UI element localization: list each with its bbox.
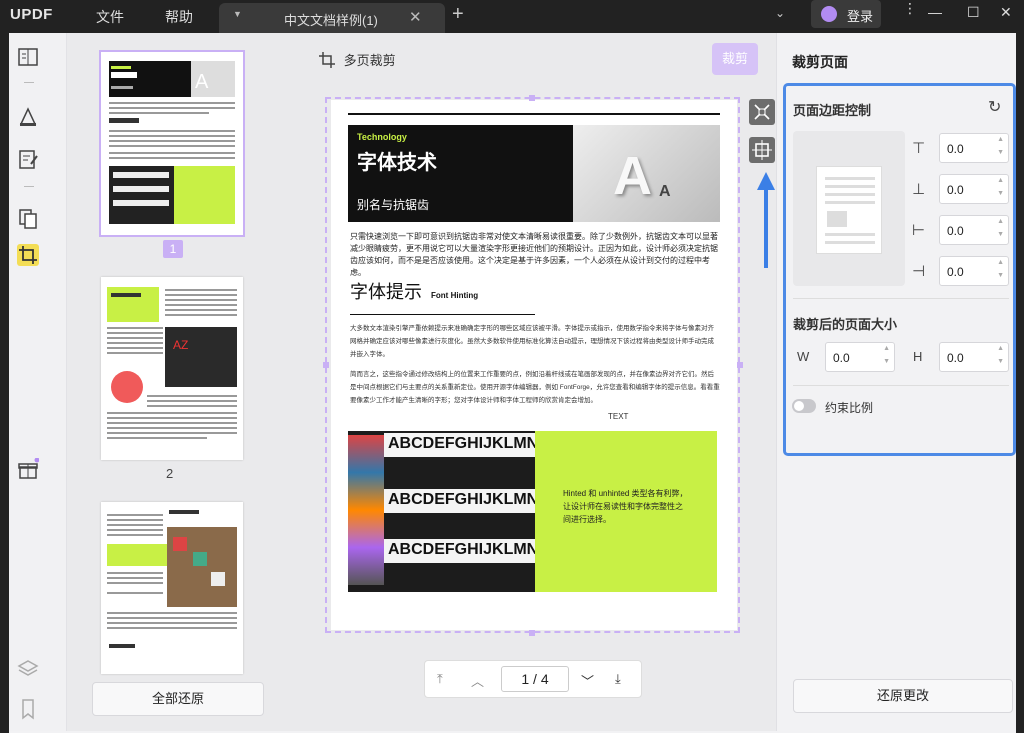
top-margin-input[interactable]: 0.0 ▲ ▼ (939, 133, 1009, 163)
bottom-margin-input[interactable]: 0.0 ▲ ▼ (939, 174, 1009, 204)
current-page: 1 (521, 671, 530, 687)
divider (793, 298, 1009, 299)
crop-handle-bottom[interactable] (529, 630, 535, 636)
multi-page-crop-toggle[interactable]: 多页裁剪 (318, 50, 396, 69)
menu-help[interactable]: 帮助 (165, 7, 193, 27)
height-label: H (913, 349, 923, 364)
reader-icon[interactable] (17, 46, 39, 68)
divider (24, 82, 34, 83)
top-margin-icon: ⊤ (912, 140, 926, 157)
page-thumbnail-2[interactable]: AZ (101, 277, 243, 460)
size-section-title: 裁剪后的页面大小 (793, 317, 898, 332)
organize-pages-icon[interactable] (17, 208, 39, 230)
next-page-icon[interactable]: ﹀ (581, 671, 594, 690)
maximize-icon[interactable]: ☐ (967, 4, 980, 21)
prev-page-icon[interactable]: ︿ (471, 671, 484, 690)
tab-dropdown-icon[interactable]: ▼ (233, 9, 242, 19)
close-window-icon[interactable]: ✕ (1000, 4, 1012, 21)
restore-changes-button[interactable]: 还原更改 (793, 679, 1013, 713)
tab-title: 中文文档样例(1) (284, 13, 378, 28)
close-tab-icon[interactable]: ✕ (409, 8, 422, 26)
avatar (821, 6, 837, 22)
height-input[interactable]: 0.0 ▲ ▼ (939, 342, 1009, 372)
page-indicator[interactable]: 1 / 4 (501, 666, 569, 692)
page-thumbnail-3[interactable] (101, 502, 243, 674)
auto-crop-icon[interactable] (749, 137, 775, 163)
login-label: 登录 (847, 9, 874, 24)
restore-all-button[interactable]: 全部还原 (92, 682, 264, 716)
page-navigator: ⤒ ︿ 1 / 4 ﹀ ⤓ (424, 660, 642, 698)
constrain-ratio-toggle[interactable] (792, 399, 816, 413)
fit-page-icon[interactable] (749, 99, 775, 125)
page-number-2: 2 (166, 466, 174, 481)
crop-handle-right[interactable] (737, 362, 743, 368)
crop-icon (319, 51, 335, 68)
right-margin-input[interactable]: 0.0 ▲ ▼ (939, 256, 1009, 286)
crop-button[interactable]: 裁剪 (712, 43, 758, 75)
right-margin-icon: ⊣ (912, 263, 926, 280)
layers-icon[interactable] (17, 658, 39, 680)
page-number-1: 1 (163, 240, 183, 258)
divider (24, 186, 34, 187)
login-button[interactable]: 登录 (811, 0, 881, 28)
svg-text:AZ: AZ (173, 338, 188, 352)
width-input[interactable]: 0.0 ▲ ▼ (825, 342, 895, 372)
comment-icon[interactable] (17, 106, 39, 128)
width-label: W (797, 349, 810, 364)
title-bar: UPDF 文件 帮助 ▼ 中文文档样例(1) ✕ + ⌄ 登录 ⋮ — ☐ ✕ (0, 0, 1024, 33)
gift-icon[interactable] (17, 457, 40, 480)
total-pages: 4 (540, 671, 549, 687)
first-page-icon[interactable]: ⤒ (437, 671, 443, 687)
bottom-margin-icon: ⊥ (912, 181, 926, 198)
annotation-arrow (755, 170, 777, 275)
crop-region[interactable] (325, 97, 740, 633)
menu-file[interactable]: 文件 (96, 7, 124, 27)
minimize-icon[interactable]: — (928, 4, 942, 20)
left-margin-input[interactable]: 0.0 ▲ ▼ (939, 215, 1009, 245)
chevron-down-icon[interactable]: ⌄ (775, 6, 785, 20)
panel-title: 裁剪页面 (792, 54, 848, 70)
new-tab-icon[interactable]: + (452, 3, 464, 26)
multi-page-crop-label: 多页裁剪 (343, 53, 396, 68)
divider (793, 385, 1009, 386)
constrain-ratio-label: 约束比例 (825, 401, 874, 415)
last-page-icon[interactable]: ⤓ (615, 671, 621, 687)
app-logo: UPDF (10, 6, 53, 23)
svg-text:A: A (195, 71, 209, 93)
more-icon[interactable]: ⋮ (903, 0, 917, 17)
edit-icon[interactable] (17, 148, 39, 170)
left-margin-icon: ⊢ (912, 222, 926, 239)
page-preview-thumb (816, 166, 882, 254)
crop-tool-icon[interactable] (17, 244, 39, 266)
crop-handle-left[interactable] (323, 362, 329, 368)
bookmark-icon[interactable] (17, 698, 39, 720)
left-toolbar (9, 33, 67, 731)
margin-section-title: 页面边距控制 (793, 103, 872, 118)
page-thumbnail-1[interactable]: A (99, 50, 245, 237)
reset-icon[interactable]: ↻ (988, 97, 1001, 117)
document-tab[interactable]: ▼ 中文文档样例(1) ✕ (219, 3, 445, 33)
crop-handle-top[interactable] (529, 95, 535, 101)
